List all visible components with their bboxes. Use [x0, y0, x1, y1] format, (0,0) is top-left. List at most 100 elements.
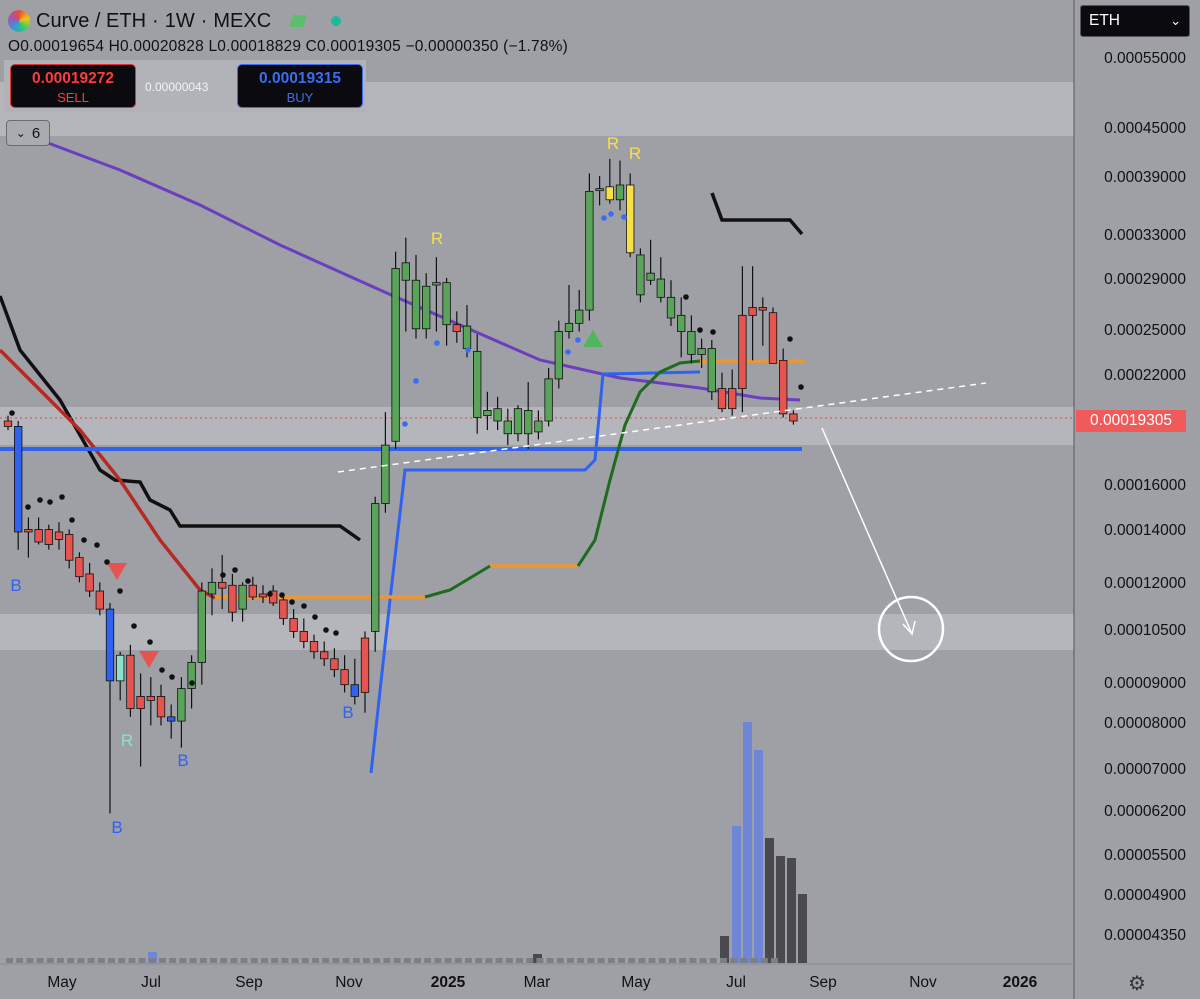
candle-body [666, 296, 676, 319]
volume-bar [740, 958, 748, 963]
volume-bar [77, 958, 85, 963]
volume-bar [648, 958, 656, 963]
volume-bar [628, 958, 636, 963]
dot-marker [189, 680, 195, 686]
dot-marker [289, 599, 295, 605]
volume-bar [618, 958, 625, 963]
candle-body [717, 388, 727, 410]
buy-triangle-icon [583, 330, 603, 347]
time-tick: Sep [809, 974, 837, 991]
volume-bar [546, 958, 554, 963]
candle-body [411, 279, 421, 330]
green-line [576, 359, 701, 567]
volume-bar [67, 958, 75, 963]
volume-bar [444, 958, 452, 963]
flag-icon[interactable] [289, 15, 307, 27]
curve-logo-icon [8, 10, 30, 32]
volume-bar [118, 958, 126, 963]
volume-bar [720, 958, 727, 963]
volume-bar [638, 958, 646, 963]
candle-body [503, 420, 512, 435]
candle-body [677, 314, 686, 332]
symbol-header[interactable]: Curve / ETH · 1W · MEXC [8, 8, 342, 34]
price-tick: 0.00009000 [1104, 675, 1186, 692]
candle-body [483, 410, 492, 417]
signal-label: R [629, 144, 641, 163]
dot-marker [465, 347, 471, 353]
header-separator: · [152, 9, 159, 32]
candle-body [207, 581, 217, 595]
candle-body [738, 314, 747, 389]
price-tick: 0.00010500 [1104, 622, 1186, 639]
candle-body [75, 557, 84, 578]
volume-bar [434, 958, 442, 963]
candle-body [728, 388, 737, 410]
trade-panel: 0.00019272 SELL 0.00000043 0.00019315 BU… [4, 60, 366, 112]
volume-bar [342, 958, 350, 963]
dot-marker [279, 592, 285, 598]
time-tick: 2025 [430, 974, 466, 991]
market-status-icon [331, 16, 342, 26]
candle-body [442, 282, 451, 326]
volume-bar [754, 750, 763, 963]
price-tick: 0.00008000 [1104, 715, 1186, 732]
price-axis[interactable]: 0.00055000 0.00045000 0.00039000 0.00033000… [1074, 0, 1200, 999]
candle-body [636, 254, 645, 296]
price-tick: 0.00016000 [1104, 477, 1186, 494]
candle-body [462, 325, 472, 349]
price-tick: 0.00025000 [1104, 322, 1186, 339]
indicators-toggle[interactable]: ⌄ 6 [6, 120, 50, 146]
candle-body [34, 529, 43, 543]
volume-bar [148, 958, 156, 963]
volume-bar [383, 958, 391, 963]
volume-bar [526, 958, 534, 963]
dot-marker [25, 504, 31, 510]
dot-marker [37, 497, 43, 503]
dot-marker [434, 340, 440, 346]
green-line [424, 564, 491, 599]
candle-body [697, 348, 706, 355]
candle-body [167, 716, 176, 722]
time-tick: Jul [141, 974, 161, 991]
candle-body [340, 669, 349, 686]
volume-bar [189, 958, 197, 963]
settings-icon[interactable]: ⚙ [1124, 970, 1150, 996]
candle-body [768, 312, 778, 364]
dot-marker [683, 294, 689, 300]
sell-triangle-icon [107, 563, 127, 580]
candle-body [177, 688, 186, 722]
candle-body [452, 324, 461, 332]
interval-label: 1W [164, 9, 195, 32]
dot-marker [131, 623, 137, 629]
signal-label: R [607, 134, 619, 153]
time-tick: Mar [523, 974, 551, 991]
candle-body [391, 268, 400, 442]
dot-marker [621, 214, 627, 220]
candle-body [258, 593, 268, 598]
price-tick: 0.00033000 [1104, 227, 1186, 244]
chart-canvas[interactable]: BBBRBRRR [0, 0, 1200, 999]
chevron-down-icon: ⌄ [15, 126, 26, 140]
candle-body [473, 351, 482, 418]
time-tick: Sep [235, 974, 263, 991]
buy-button[interactable]: 0.00019315 BUY [237, 64, 363, 108]
candle-body [656, 278, 665, 298]
candle-body [136, 696, 145, 709]
candle-body [85, 573, 94, 592]
sell-button[interactable]: 0.00019272 SELL [10, 64, 136, 108]
sell-price: 0.00019272 [32, 70, 114, 87]
volume-bar [46, 958, 54, 963]
signal-label: B [10, 576, 21, 595]
volume-bar [798, 894, 807, 963]
volume-bar [787, 858, 796, 963]
volume-bar [169, 958, 177, 963]
volume-bar [159, 958, 166, 963]
volume-bar [607, 958, 615, 963]
sell-label: SELL [57, 90, 89, 105]
dot-marker [9, 410, 15, 416]
volume-bar [424, 958, 432, 963]
ohlc-readout: O0.00019654 H0.00020828 L0.00018829 C0.0… [8, 38, 569, 55]
sell-triangle-icon [139, 651, 159, 668]
volume-bar [26, 958, 34, 963]
volume-bar [352, 958, 360, 963]
